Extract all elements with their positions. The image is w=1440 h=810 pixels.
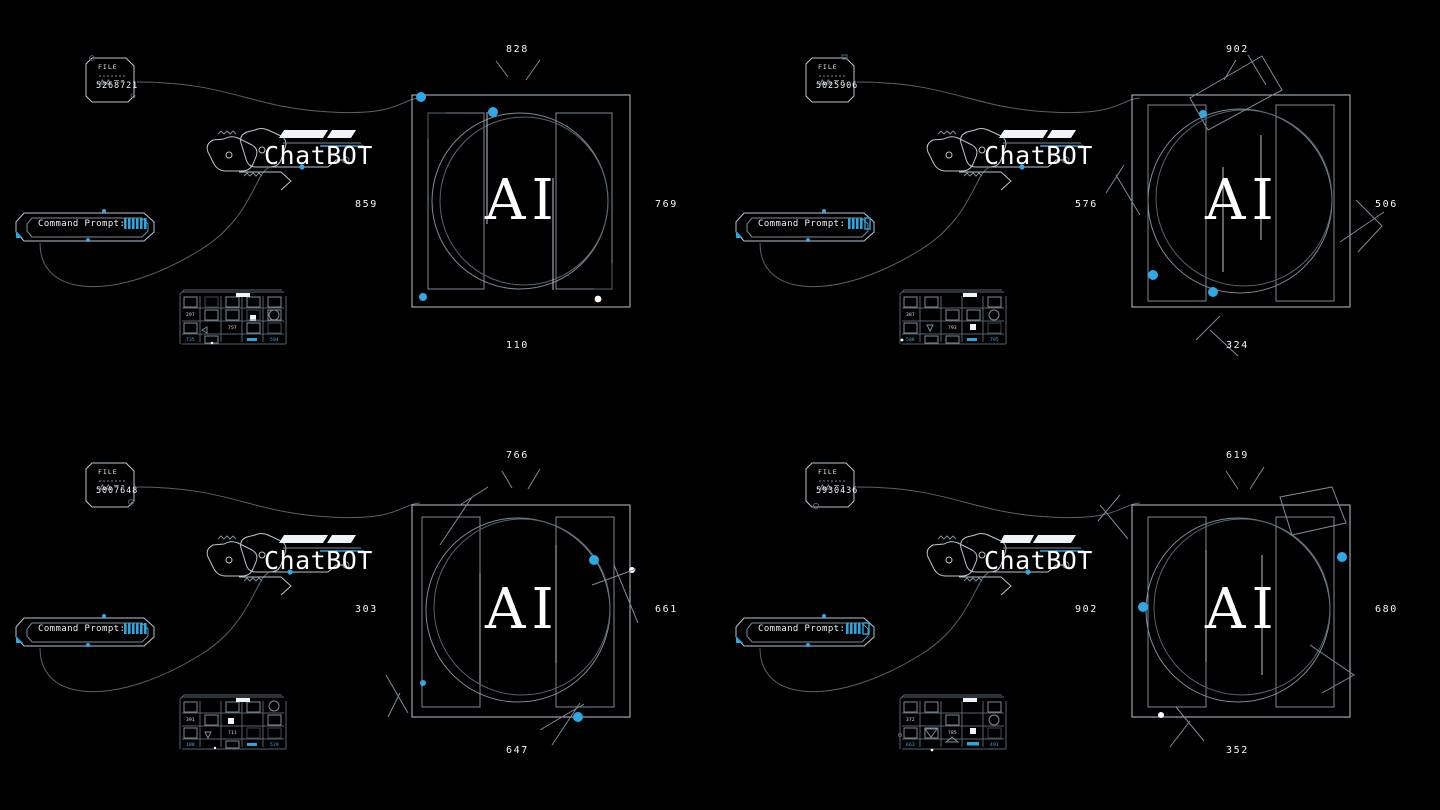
grid-number: 297 xyxy=(186,313,195,318)
icon-grid[interactable] xyxy=(720,0,1440,405)
grid-number: 735 xyxy=(186,338,195,343)
grid-number: 529 xyxy=(270,743,279,748)
panel-top-left: AI ChatBOT FILE 5268721 Command Prompt: … xyxy=(0,0,720,405)
grid-number: 663 xyxy=(906,743,915,748)
panel-top-right: AI ChatBOT FILE 5025906 Command Prompt: … xyxy=(720,0,1440,405)
icon-grid[interactable] xyxy=(720,405,1440,810)
grid-number: 793 xyxy=(948,326,957,331)
hud-canvas: AI ChatBOT FILE 5268721 Command Prompt: … xyxy=(0,0,1440,810)
grid-number: 757 xyxy=(228,326,237,331)
panel-bottom-right: AI ChatBOT FILE 5930436 Command Prompt: … xyxy=(720,405,1440,810)
panel-bottom-left: AI ChatBOT FILE 5007648 Command Prompt: … xyxy=(0,405,720,810)
grid-number: 391 xyxy=(186,718,195,723)
grid-number: 594 xyxy=(270,338,279,343)
icon-grid[interactable] xyxy=(0,405,720,810)
icon-grid[interactable] xyxy=(0,0,720,405)
grid-number: 785 xyxy=(948,731,957,736)
grid-number: 588 xyxy=(906,338,915,343)
grid-number: 188 xyxy=(186,743,195,748)
grid-number: 491 xyxy=(990,743,999,748)
grid-number: 711 xyxy=(228,731,237,736)
grid-number: 387 xyxy=(906,313,915,318)
grid-number: 372 xyxy=(906,718,915,723)
grid-number: 795 xyxy=(990,338,999,343)
